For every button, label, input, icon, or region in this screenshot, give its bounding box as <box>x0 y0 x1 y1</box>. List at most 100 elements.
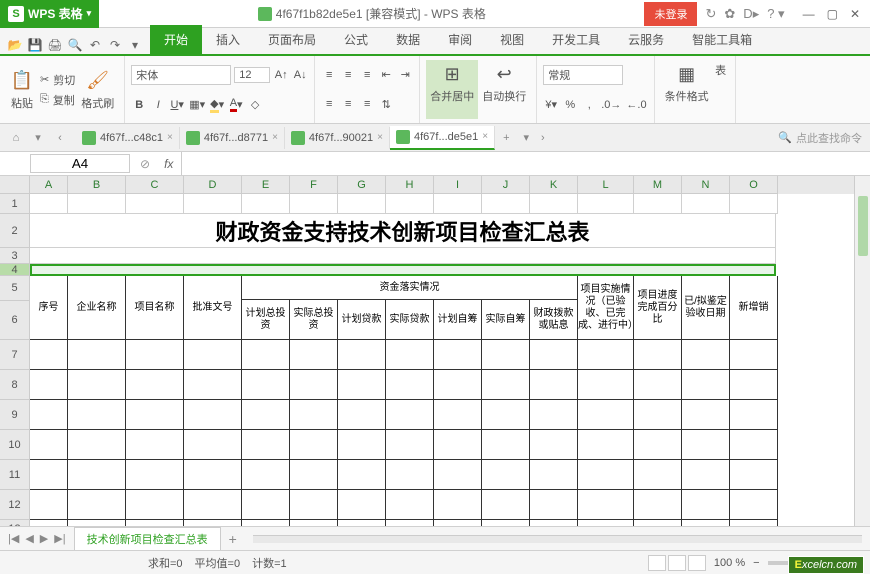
cell[interactable] <box>242 370 290 400</box>
cell[interactable] <box>242 430 290 460</box>
col-header[interactable]: F <box>290 176 338 194</box>
row-header[interactable]: 12 <box>0 490 30 520</box>
header-cell[interactable]: 实际总投资 <box>290 300 338 340</box>
cell[interactable] <box>68 460 126 490</box>
col-header[interactable]: J <box>482 176 530 194</box>
col-header[interactable]: O <box>730 176 778 194</box>
help-icon[interactable]: ? ▾ <box>767 6 784 22</box>
cell[interactable] <box>730 370 778 400</box>
cell[interactable] <box>30 370 68 400</box>
cell[interactable] <box>386 400 434 430</box>
open-icon[interactable]: 📂 <box>6 36 24 54</box>
cell[interactable] <box>634 370 682 400</box>
cell[interactable] <box>242 520 290 526</box>
sheet-next-icon[interactable]: ▶ <box>38 532 50 545</box>
col-header[interactable]: B <box>68 176 126 194</box>
percent-button[interactable]: % <box>562 96 578 114</box>
cell[interactable] <box>68 490 126 520</box>
increase-decimal-button[interactable]: .0→ <box>600 96 622 114</box>
col-header[interactable]: G <box>338 176 386 194</box>
row-header[interactable]: 10 <box>0 430 30 460</box>
cell[interactable] <box>530 490 578 520</box>
header-cell[interactable]: 已/拟鉴定验收日期 <box>682 276 730 340</box>
doctab-home-icon[interactable]: ⌂ <box>8 130 24 146</box>
cell[interactable] <box>530 194 578 214</box>
view-break-button[interactable] <box>688 555 706 571</box>
indent-right-button[interactable]: ⇥ <box>397 66 413 84</box>
cell[interactable] <box>184 340 242 370</box>
sheet-prev-icon[interactable]: ◀ <box>23 532 35 545</box>
align-middle-button[interactable]: ≡ <box>340 66 356 84</box>
cell[interactable] <box>682 460 730 490</box>
cell[interactable] <box>290 520 338 526</box>
paste-button[interactable]: 📋 粘贴 <box>6 67 38 113</box>
cell[interactable] <box>682 340 730 370</box>
fx-cancel-icon[interactable]: ⊘ <box>134 157 156 171</box>
header-group-cell[interactable]: 资金落实情况 <box>242 276 578 300</box>
sheet-first-icon[interactable]: |◀ <box>6 532 21 545</box>
save-icon[interactable]: 💾 <box>26 36 44 54</box>
cell[interactable] <box>682 490 730 520</box>
cell[interactable] <box>30 430 68 460</box>
cell[interactable] <box>434 520 482 526</box>
cell[interactable] <box>386 490 434 520</box>
cell[interactable] <box>338 520 386 526</box>
view-normal-button[interactable] <box>648 555 666 571</box>
cell[interactable] <box>126 370 184 400</box>
zoom-level[interactable]: 100 % <box>714 557 745 569</box>
fill-color-button[interactable]: ◆▾ <box>209 96 225 114</box>
tab-cloud[interactable]: 云服务 <box>614 25 678 54</box>
cell[interactable] <box>290 370 338 400</box>
cell[interactable] <box>578 490 634 520</box>
close-tab-icon[interactable]: × <box>167 132 173 143</box>
align-top-button[interactable]: ≡ <box>321 66 337 84</box>
document-tab[interactable]: 4f67f...de5e1× <box>390 126 495 150</box>
cell[interactable] <box>434 400 482 430</box>
cell[interactable] <box>184 520 242 526</box>
cell[interactable] <box>126 400 184 430</box>
cell[interactable] <box>682 370 730 400</box>
format-painter-button[interactable]: 🖌 格式刷 <box>77 67 118 113</box>
print-icon[interactable]: 🖨 <box>46 36 64 54</box>
doctab-menu-icon[interactable]: ▾ <box>30 130 46 146</box>
fx-button[interactable]: fx <box>156 157 181 171</box>
row-header[interactable]: 11 <box>0 460 30 490</box>
cell[interactable] <box>578 520 634 526</box>
cell[interactable] <box>30 460 68 490</box>
row-header[interactable]: 13 <box>0 520 30 526</box>
cell[interactable] <box>126 520 184 526</box>
cell[interactable] <box>386 520 434 526</box>
cell[interactable] <box>386 460 434 490</box>
col-header[interactable]: C <box>126 176 184 194</box>
add-sheet-button[interactable]: + <box>221 531 245 547</box>
doctab-prev-icon[interactable]: ‹ <box>52 130 68 146</box>
close-tab-icon[interactable]: × <box>272 132 278 143</box>
tab-home[interactable]: 开始 <box>150 25 202 54</box>
cell[interactable] <box>68 370 126 400</box>
row-header[interactable]: 3 <box>0 248 30 264</box>
row-header[interactable]: 7 <box>0 340 30 370</box>
cell[interactable] <box>126 490 184 520</box>
tab-formula[interactable]: 公式 <box>330 25 382 54</box>
sheet-last-icon[interactable]: ▶| <box>52 532 67 545</box>
document-tab[interactable]: 4f67f...c48c1× <box>76 127 180 149</box>
cell[interactable] <box>338 430 386 460</box>
cell[interactable] <box>482 370 530 400</box>
italic-button[interactable]: I <box>150 96 166 114</box>
comma-button[interactable]: , <box>581 96 597 114</box>
cell[interactable] <box>482 460 530 490</box>
col-header[interactable]: M <box>634 176 682 194</box>
header-cell[interactable]: 财政拨款或贴息 <box>530 300 578 340</box>
cell[interactable] <box>634 194 682 214</box>
cell[interactable] <box>30 520 68 526</box>
d-menu[interactable]: D▸ <box>743 6 759 22</box>
col-header[interactable]: L <box>578 176 634 194</box>
cell[interactable] <box>634 430 682 460</box>
horizontal-scrollbar[interactable] <box>253 535 862 543</box>
row-header[interactable]: 8 <box>0 370 30 400</box>
tab-view[interactable]: 视图 <box>486 25 538 54</box>
cell[interactable] <box>482 400 530 430</box>
cell[interactable] <box>68 194 126 214</box>
wrap-text-button[interactable]: ↩ 自动换行 <box>478 60 530 119</box>
border-button[interactable]: ▦▾ <box>188 96 206 114</box>
